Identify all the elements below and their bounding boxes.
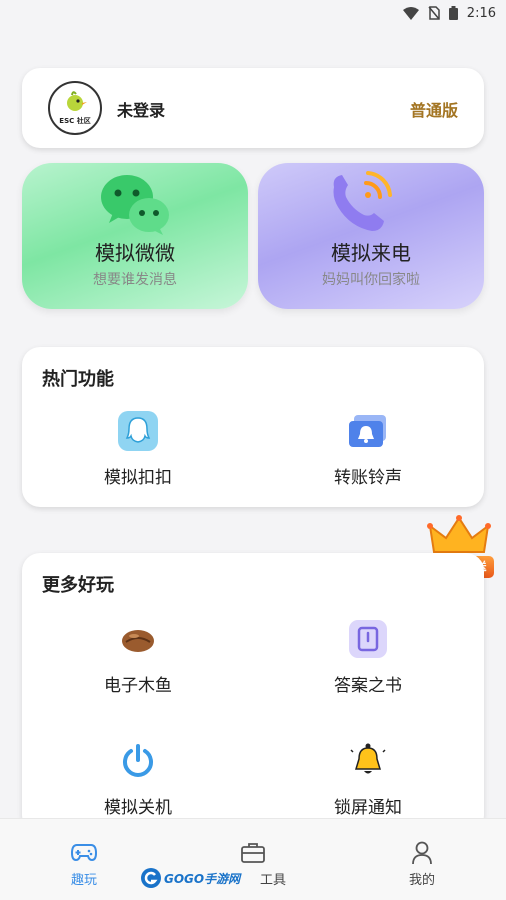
no-sim-icon [428, 6, 440, 20]
qq-icon [118, 411, 158, 451]
simulate-wechat-tile[interactable]: 模拟微微 想要谁发消息 [22, 163, 248, 309]
item-label: 锁屏通知 [334, 798, 402, 818]
status-time: 2:16 [466, 5, 496, 21]
bird-logo-icon [67, 91, 87, 111]
toolbox-icon [241, 843, 265, 863]
wechat-icon [101, 175, 169, 235]
phone-call-icon [333, 171, 392, 231]
item-label: 电子木鱼 [104, 676, 172, 696]
tile-subtitle: 妈妈叫你回家啦 [322, 272, 420, 288]
nav-fun[interactable]: 趣玩 [44, 841, 124, 888]
bottom-nav: 趣玩 工具 我的 [0, 818, 506, 900]
wifi-icon [402, 6, 419, 20]
profile-card[interactable]: ESC 社区 未登录 普通版 [22, 68, 484, 148]
answer-book-item[interactable]: 答案之书 [268, 617, 468, 696]
lockscreen-notification-item[interactable]: 锁屏通知 [268, 739, 468, 818]
user-icon [412, 841, 432, 865]
tile-title: 模拟微微 [95, 241, 175, 265]
notification-bell-icon [350, 743, 386, 774]
more-fun-card: 更多好玩 电子木鱼 答案之书 模拟关机 锁屏通知 [22, 553, 484, 833]
hot-features-card: 热门功能 模拟扣扣 转账铃声 [22, 347, 484, 507]
login-status[interactable]: 未登录 [117, 97, 165, 121]
tile-subtitle: 想要谁发消息 [93, 272, 177, 288]
avatar[interactable]: ESC 社区 [48, 81, 102, 135]
simulate-qq-item[interactable]: 模拟扣扣 [38, 409, 238, 488]
section-title: 热门功能 [42, 369, 114, 390]
book-icon [349, 620, 387, 658]
nav-label: 我的 [408, 873, 435, 888]
wooden-fish-item[interactable]: 电子木鱼 [38, 617, 238, 696]
item-label: 模拟扣扣 [104, 468, 172, 488]
item-label: 答案之书 [334, 676, 402, 696]
gamepad-icon [71, 844, 97, 862]
item-label: 转账铃声 [334, 468, 402, 488]
bell-card-icon [349, 415, 386, 447]
watermark-text: GOGO手游网 [164, 871, 241, 886]
power-icon [123, 744, 153, 777]
tile-title: 模拟来电 [331, 241, 411, 265]
section-title: 更多好玩 [42, 575, 114, 596]
version-badge[interactable]: 普通版 [410, 97, 458, 121]
nav-mine[interactable]: 我的 [382, 841, 462, 888]
transfer-ringtone-item[interactable]: 转账铃声 [268, 409, 468, 488]
simulate-call-tile[interactable]: 模拟来电 妈妈叫你回家啦 [258, 163, 484, 309]
wooden-fish-icon [122, 630, 154, 652]
status-bar: 2:16 [0, 0, 506, 26]
item-label: 模拟关机 [104, 798, 172, 818]
watermark: GOGO手游网 [140, 867, 240, 889]
battery-icon [448, 6, 458, 20]
simulate-shutdown-item[interactable]: 模拟关机 [38, 739, 238, 818]
nav-label: 趣玩 [70, 873, 97, 888]
avatar-text: ESC 社区 [59, 117, 91, 125]
watermark-logo-icon [141, 868, 161, 888]
